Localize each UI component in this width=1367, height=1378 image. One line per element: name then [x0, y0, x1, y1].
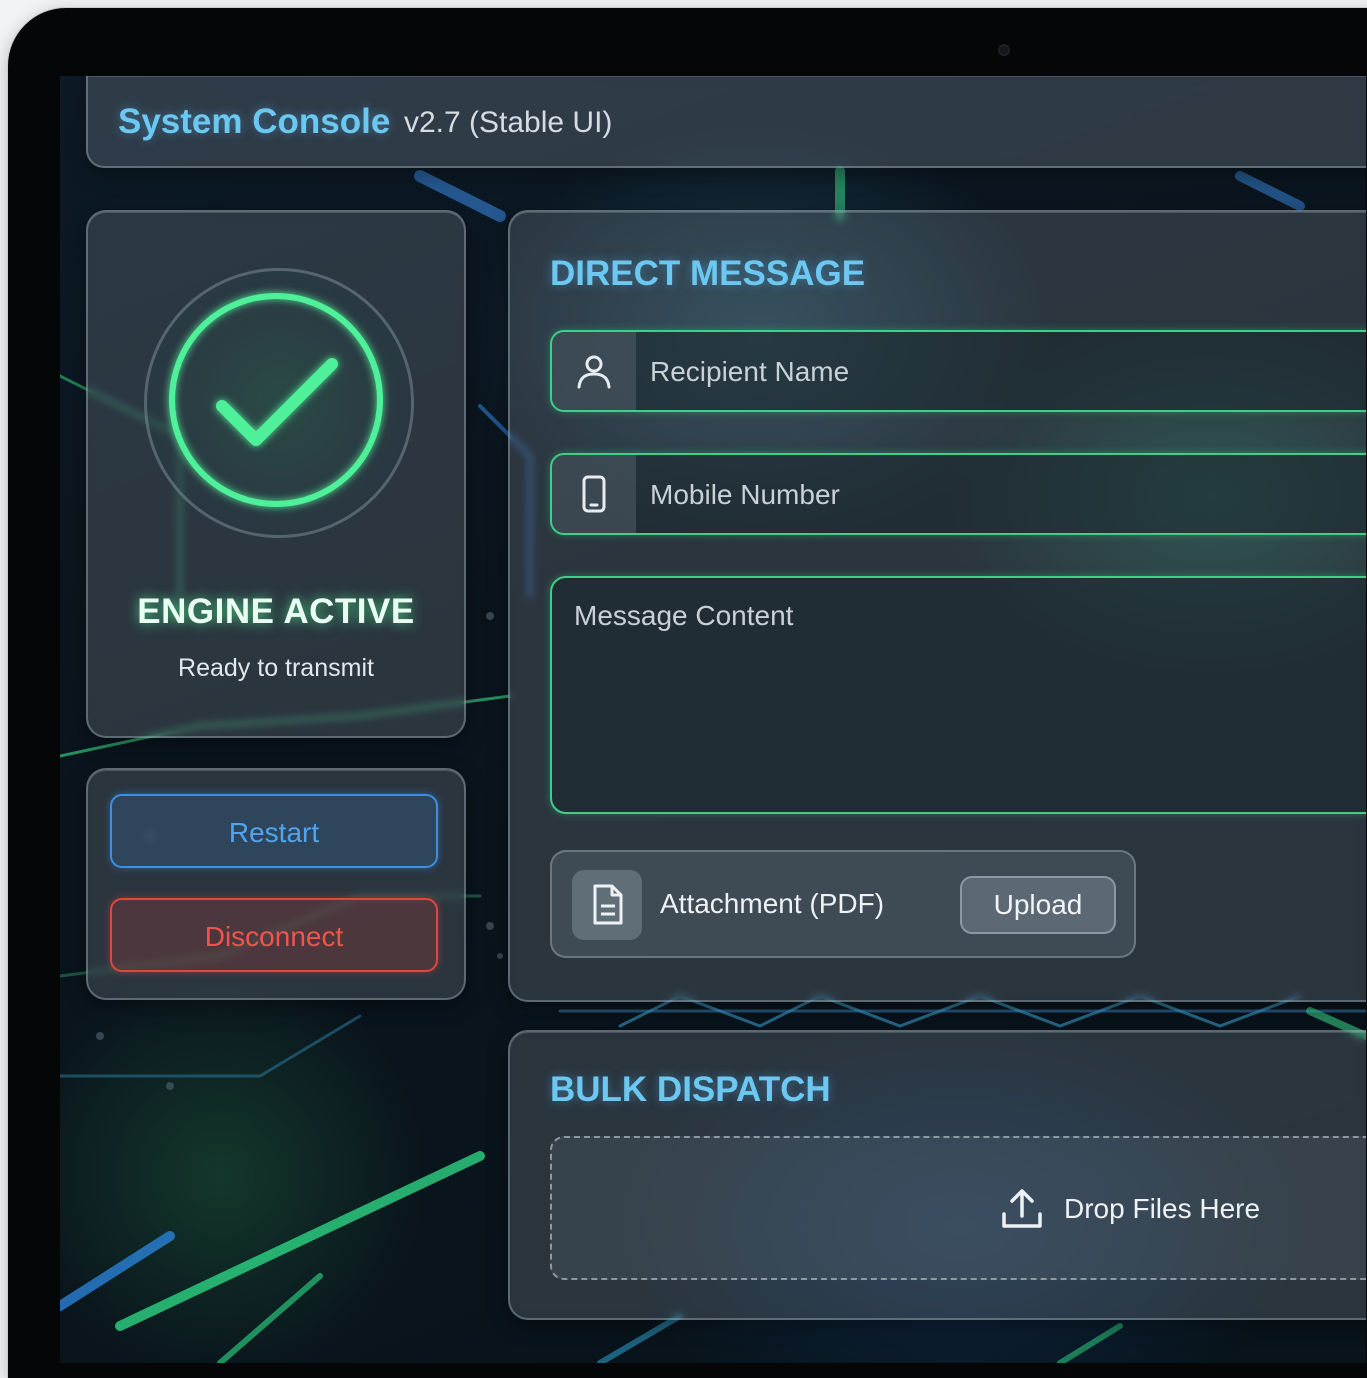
mobile-number-field[interactable]: Mobile Number: [550, 453, 1366, 535]
bulk-dispatch-title: BULK DISPATCH: [550, 1070, 831, 1109]
engine-subtitle: Ready to transmit: [178, 654, 374, 682]
disconnect-button[interactable]: Disconnect: [110, 898, 438, 972]
recipient-name-field[interactable]: Recipient Name: [550, 330, 1366, 412]
phone-icon: [552, 455, 636, 533]
message-content-placeholder: Message Content: [574, 600, 794, 631]
direct-message-panel: DIRECT MESSAGE Recipient Name Mobile Num…: [508, 210, 1366, 1002]
upload-button[interactable]: Upload: [960, 876, 1116, 934]
device-frame: System Console v2.7 (Stable UI) ENGINE A…: [8, 8, 1367, 1378]
attachment-label: Attachment (PDF): [660, 888, 885, 919]
engine-status-card: ENGINE ACTIVE Ready to transmit: [86, 210, 466, 738]
camera-dot: [998, 44, 1010, 56]
bulk-dispatch-panel: BULK DISPATCH Drop Files Here: [508, 1030, 1366, 1320]
control-card: Restart Disconnect: [86, 768, 466, 1000]
mobile-number-placeholder: Mobile Number: [650, 479, 840, 510]
user-icon: [552, 332, 636, 410]
title-bar: System Console v2.7 (Stable UI): [86, 76, 1366, 168]
engine-state: ENGINE ACTIVE: [137, 592, 415, 631]
file-dropzone[interactable]: Drop Files Here: [550, 1136, 1366, 1280]
document-icon: [572, 870, 642, 940]
screen: System Console v2.7 (Stable UI) ENGINE A…: [60, 76, 1366, 1363]
restart-button[interactable]: Restart: [110, 794, 438, 868]
check-circle-icon: [169, 293, 383, 507]
recipient-name-placeholder: Recipient Name: [650, 356, 850, 387]
app-version: v2.7 (Stable UI): [404, 106, 613, 139]
attachment-row: Attachment (PDF) Upload: [550, 850, 1136, 958]
upload-icon: [1002, 1189, 1042, 1228]
direct-message-title: DIRECT MESSAGE: [550, 254, 866, 293]
message-content-field[interactable]: Message Content: [550, 576, 1366, 814]
dropzone-label: Drop Files Here: [1064, 1193, 1261, 1224]
app-title: System Console: [118, 102, 391, 141]
